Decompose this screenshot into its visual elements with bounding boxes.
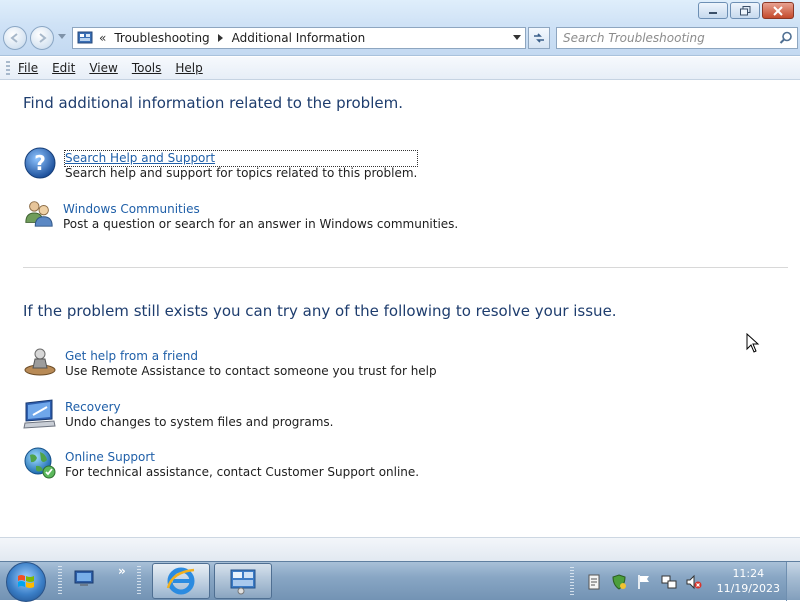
control-panel-icon — [230, 569, 256, 595]
menu-view[interactable]: View — [89, 59, 117, 77]
menu-file-label: File — [18, 61, 39, 75]
refresh-button[interactable] — [528, 27, 550, 49]
menu-tools[interactable]: Tools — [132, 59, 162, 77]
menu-view-label: View — [89, 61, 118, 75]
clock-time: 11:24 — [732, 567, 765, 580]
menu-edit-label: Edit — [52, 61, 76, 75]
notes-icon[interactable] — [586, 574, 602, 590]
status-bar — [0, 537, 800, 561]
content-area: Find additional information related to t… — [0, 81, 800, 537]
get-help-friend-item[interactable]: Get help from a friend Use Remote Assist… — [23, 346, 437, 380]
taskbar-internet-explorer[interactable] — [152, 563, 210, 599]
get-help-friend-link[interactable]: Get help from a friend — [65, 349, 437, 364]
taskbar-control-panel[interactable] — [214, 563, 272, 599]
breadcrumb-chevron-icon[interactable] — [217, 34, 224, 42]
windows-communities-item[interactable]: Windows Communities Post a question or s… — [23, 197, 458, 232]
forward-button[interactable] — [30, 26, 54, 50]
recovery-item[interactable]: Recovery Undo changes to system files an… — [23, 397, 333, 431]
control-panel-small-icon — [77, 31, 93, 44]
search-help-support-desc: Search help and support for topics relat… — [65, 166, 418, 180]
refresh-icon — [534, 33, 544, 43]
restore-icon — [739, 5, 750, 15]
menu-file[interactable]: File — [18, 59, 38, 77]
menu-help-label: Help — [175, 61, 203, 75]
taskbar: » 11:24 11/19/2023 — [0, 561, 800, 602]
recovery-link[interactable]: Recovery — [65, 400, 333, 415]
menu-help[interactable]: Help — [175, 59, 202, 77]
section-divider — [23, 267, 788, 268]
taskbar-grip-2[interactable] — [137, 566, 141, 596]
action-center-flag-icon[interactable] — [636, 574, 652, 590]
menu-edit[interactable]: Edit — [52, 59, 75, 77]
minimize-button[interactable] — [698, 2, 728, 19]
start-button[interactable] — [6, 562, 46, 602]
address-dropdown-icon[interactable] — [513, 35, 521, 41]
breadcrumb-item-additional-information[interactable]: Additional Information — [232, 31, 366, 45]
section2-heading: If the problem still exists you can try … — [23, 302, 617, 320]
taskbar-grip[interactable] — [58, 566, 62, 596]
breadcrumb-overflow[interactable]: « — [99, 31, 106, 45]
window-titlebar: « Troubleshooting Additional Information — [0, 0, 800, 56]
close-icon — [773, 5, 783, 16]
search-input[interactable] — [557, 28, 767, 48]
back-button[interactable] — [3, 26, 27, 50]
close-button[interactable] — [762, 2, 794, 19]
search-help-support-item[interactable]: ? Search Help and Support Search help an… — [23, 146, 419, 181]
search-box[interactable] — [556, 27, 798, 49]
windows-communities-desc: Post a question or search for an answer … — [63, 217, 459, 231]
minimize-icon — [709, 11, 717, 14]
remote-assistance-icon — [24, 348, 56, 376]
get-help-friend-desc: Use Remote Assistance to contact someone… — [65, 364, 437, 378]
clock-date: 11/19/2023 — [716, 582, 780, 595]
menu-grip — [6, 60, 10, 76]
show-desktop-quicklaunch-icon[interactable] — [74, 570, 94, 588]
search-icon[interactable] — [779, 31, 793, 45]
window-controls — [698, 2, 794, 19]
menu-bar: File Edit View Tools Help — [0, 57, 800, 80]
globe-support-icon — [24, 447, 56, 479]
forward-arrow-icon — [39, 33, 47, 43]
address-bar[interactable]: « Troubleshooting Additional Information — [72, 27, 526, 49]
menu-tools-label: Tools — [131, 61, 162, 75]
svg-text:?: ? — [34, 151, 46, 175]
back-arrow-icon — [10, 33, 18, 43]
restore-button[interactable] — [730, 2, 760, 19]
online-support-link[interactable]: Online Support — [65, 450, 419, 465]
people-community-icon — [25, 201, 53, 227]
security-shield-icon[interactable] — [611, 573, 627, 590]
recovery-desc: Undo changes to system files and program… — [65, 415, 334, 429]
online-support-desc: For technical assistance, contact Custom… — [65, 465, 420, 479]
recovery-monitor-icon — [23, 399, 56, 429]
search-help-support-link[interactable]: Search Help and Support — [63, 150, 419, 167]
show-desktop-button[interactable] — [786, 562, 800, 601]
network-icon[interactable] — [661, 574, 677, 590]
breadcrumb-item-troubleshooting[interactable]: Troubleshooting — [114, 31, 209, 45]
taskbar-clock[interactable]: 11:24 11/19/2023 — [717, 566, 780, 596]
recent-pages-dropdown-icon[interactable] — [58, 34, 66, 40]
help-question-icon: ? — [24, 147, 56, 179]
internet-explorer-icon — [166, 567, 195, 595]
quicklaunch-more[interactable]: » — [118, 564, 126, 578]
online-support-item[interactable]: Online Support For technical assistance,… — [23, 446, 419, 480]
mouse-cursor-icon — [746, 333, 760, 353]
volume-muted-icon[interactable] — [686, 574, 702, 590]
section1-heading: Find additional information related to t… — [23, 94, 403, 112]
windows-communities-link[interactable]: Windows Communities — [63, 202, 458, 217]
windows-logo-icon — [18, 575, 34, 588]
tray-grip — [570, 566, 574, 597]
